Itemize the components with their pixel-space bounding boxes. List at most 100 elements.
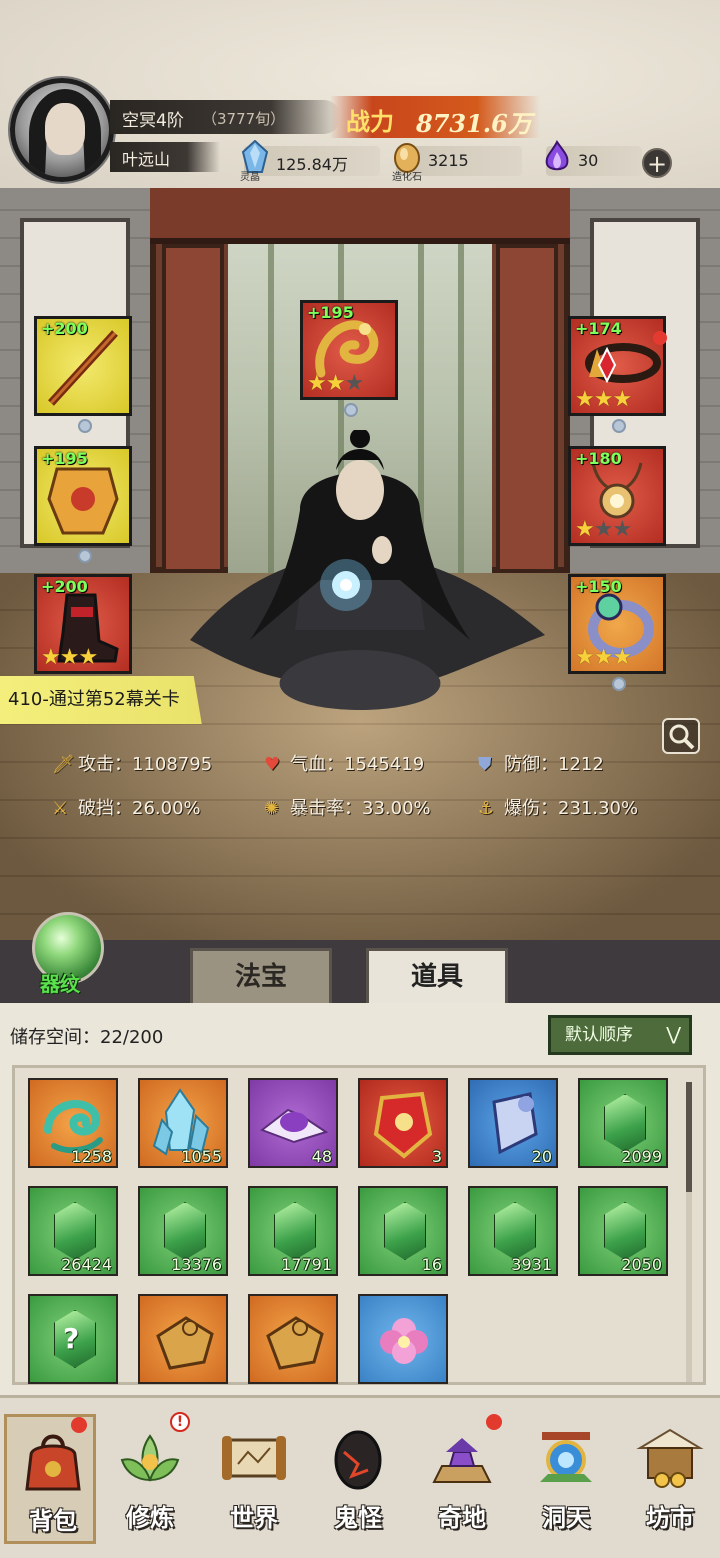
door-lintel (150, 188, 570, 244)
enhance-level: +200 (41, 319, 88, 338)
equip-slot-armor[interactable]: +195 (34, 446, 132, 563)
inventory-item[interactable] (358, 1294, 448, 1384)
resource-value: 125.84万 (276, 155, 348, 174)
nav-label: 奇地 (438, 1504, 486, 1532)
inventory-item[interactable]: 1258 (28, 1078, 118, 1168)
player-header: 空冥4阶 （3777旬） 叶远山 战力 8731.6万 125.84万 灵晶 3… (0, 0, 720, 188)
gem-socket (344, 403, 358, 417)
flower-icon (380, 1318, 428, 1364)
inventory-item[interactable]: 48 (248, 1078, 338, 1168)
inventory-item[interactable]: 2099 (578, 1078, 668, 1168)
stat-hp: ♥ 气血：1545419 (264, 754, 425, 775)
gem-socket (78, 419, 92, 433)
nav-label: 坊市 (646, 1504, 694, 1532)
gem-socket (612, 677, 626, 691)
storage-capacity: 储存空间：22/200 (10, 1027, 164, 1048)
equip-slot-boots[interactable]: +200 ★★★ (34, 574, 132, 674)
nav-label: 修炼 (126, 1504, 174, 1532)
bag-icon (25, 1434, 81, 1491)
nav-grotto[interactable]: 洞天 (520, 1414, 612, 1544)
item-count: 3 (431, 1147, 442, 1166)
resource-spirit-crystal[interactable]: 125.84万 灵晶 (240, 140, 380, 183)
add-resource-button[interactable]: + (642, 148, 672, 178)
item-count: 1258 (71, 1147, 112, 1166)
item-count: 20 (531, 1147, 552, 1166)
inventory-item[interactable]: 3931 (468, 1186, 558, 1276)
inventory-item[interactable]: 17791 (248, 1186, 338, 1276)
alert-badge: ! (170, 1412, 190, 1432)
enhance-level: +195 (307, 303, 354, 322)
star-rating: ★★★ (575, 517, 632, 542)
equip-slot-weapon[interactable]: +200 (34, 316, 132, 433)
item-count: 16 (421, 1255, 442, 1274)
stat-attack: 🗡 攻击：1108795 (52, 754, 213, 775)
item-count: 3931 (511, 1255, 552, 1274)
inventory-item[interactable]: ? (28, 1294, 118, 1384)
inventory-item[interactable] (248, 1294, 338, 1384)
green-crystal-icon (604, 1202, 646, 1260)
item-count: 1055 (181, 1147, 222, 1166)
stage-progress-label[interactable]: 410-通过第52幕关卡 (0, 676, 202, 724)
nav-bag[interactable]: 背包 (4, 1414, 96, 1544)
nav-cultivate[interactable]: 修炼 ! (104, 1412, 196, 1544)
inventory-item[interactable]: 13376 (138, 1186, 228, 1276)
stat-crit-rate: ✺ 暴击率：33.00% (264, 798, 431, 819)
portal-icon (540, 1432, 592, 1482)
inventory-item[interactable]: 16 (358, 1186, 448, 1276)
nav-market[interactable]: 坊市 (624, 1414, 716, 1544)
power-value: 8731.6万 (416, 109, 532, 138)
resource-label: 造化石 (392, 172, 422, 183)
stat-defense: ⛊ 防御：1212 (478, 754, 604, 775)
tab-items[interactable]: 道具 (366, 948, 508, 1004)
pierce-icon: ⚔ (52, 798, 69, 819)
inventory-item[interactable]: 20 (468, 1078, 558, 1168)
enhance-level: +180 (575, 449, 622, 468)
green-crystal-icon (54, 1202, 96, 1260)
inventory-item[interactable]: 2050 (578, 1186, 668, 1276)
item-count: 2099 (621, 1147, 662, 1166)
equip-slot-crown[interactable]: +174 ★★★ (568, 316, 667, 433)
tab-treasure[interactable]: 法宝 (190, 948, 332, 1004)
bottom-navigation: 背包 修炼 ! 世界 鬼怪 奇地 洞天 坊市 (0, 1395, 720, 1558)
heart-icon: ♥ (264, 754, 281, 775)
green-crystal-icon (274, 1202, 316, 1260)
item-count: 26424 (61, 1255, 112, 1274)
nav-wonderland[interactable]: 奇地 (416, 1414, 508, 1544)
scrollbar-thumb[interactable] (686, 1082, 692, 1192)
crit-damage-icon: ⚓ (478, 798, 495, 819)
player-avatar[interactable] (10, 78, 114, 182)
equip-slot-ring[interactable]: +150 ★★★ (568, 574, 666, 691)
pagoda-icon (432, 1438, 492, 1483)
inventory-item[interactable]: 26424 (28, 1186, 118, 1276)
gem-socket (612, 419, 626, 433)
green-crystal-icon (164, 1202, 206, 1260)
sort-order-dropdown[interactable]: 默认顺序 ⋁ (548, 1015, 692, 1055)
notification-dot (653, 331, 667, 345)
green-crystal-icon (494, 1202, 536, 1260)
question-mark: ? (63, 1322, 80, 1355)
resource-label: 灵晶 (240, 172, 260, 183)
item-count: 17791 (281, 1255, 332, 1274)
enhance-level: +200 (41, 577, 88, 596)
item-count: 13376 (171, 1255, 222, 1274)
resource-purple-flame[interactable]: 30 (542, 140, 642, 176)
resource-creation-stone[interactable]: 3215 造化石 (392, 143, 522, 183)
player-name: 叶远山 (122, 150, 171, 169)
resource-value: 3215 (428, 151, 469, 170)
puzzle-piece-icon (156, 1316, 214, 1370)
qiwen-button[interactable]: 器纹 (28, 912, 110, 998)
avatar-face (45, 103, 85, 155)
nav-world[interactable]: 世界 (208, 1414, 300, 1544)
stat-crit-damage: ⚓ 爆伤：231.30% (478, 798, 639, 819)
nav-monsters[interactable]: 鬼怪 (312, 1414, 404, 1544)
equip-slot-talisman[interactable]: +195 ★★★ (300, 300, 398, 417)
nav-label: 背包 (29, 1507, 77, 1535)
notification-dot (486, 1414, 502, 1430)
equip-slot-necklace[interactable]: +180 ★★★ (568, 446, 666, 546)
inventory-item[interactable] (138, 1294, 228, 1384)
nav-label: 世界 (230, 1504, 278, 1532)
green-crystal-icon (384, 1202, 426, 1260)
character-stats: 🗡 攻击：1108795 ♥ 气血：1545419 ⛊ 防御：1212 ⚔ 破挡：26.… (0, 734, 720, 834)
inventory-item[interactable]: 3 (358, 1078, 448, 1168)
inventory-item[interactable]: 1055 (138, 1078, 228, 1168)
